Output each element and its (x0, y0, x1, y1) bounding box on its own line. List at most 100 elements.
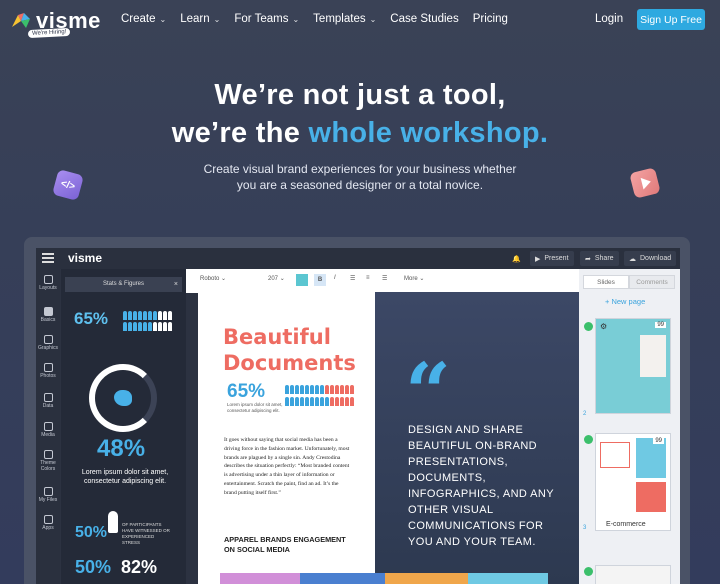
stat-caption[interactable]: Lorem ipsum dolor sit amet, consectetur … (80, 468, 170, 486)
dark-quote-panel[interactable]: “ DESIGN AND SHARE BEAUTIFUL ON-BRAND PR… (375, 292, 579, 584)
person-icon (108, 511, 118, 533)
sidebar-label: Basics (40, 317, 56, 323)
sidebar-item-data[interactable]: Data (36, 393, 60, 409)
share-button[interactable]: ➦ Share (580, 251, 619, 266)
slide-thumb-1[interactable]: ⚙ 99 (595, 318, 671, 414)
tab-slides[interactable]: Slides (583, 275, 629, 289)
new-page-button[interactable]: + New page (605, 297, 645, 306)
people-pictogram[interactable] (123, 311, 173, 320)
doc-people-pictogram[interactable] (285, 397, 355, 406)
play-icon: ▶ (535, 255, 541, 263)
hero-title-accent: whole workshop. (308, 117, 549, 149)
editor-sidebar: Layouts Basics Graphics Photos Data Medi… (36, 269, 60, 584)
login-link[interactable]: Login (595, 13, 623, 25)
notification-icon[interactable]: 🔔 (512, 251, 521, 266)
tab-comments[interactable]: Comments (629, 275, 675, 289)
present-label: Present (544, 255, 569, 262)
font-size-value: 207 (268, 276, 279, 282)
font-select[interactable]: Roboto ⌄ (200, 275, 226, 282)
sidebar-item-theme-colors[interactable]: Theme Colors (36, 450, 60, 472)
chevron-down-icon: ⌄ (159, 14, 167, 24)
chevron-down-icon: ⌄ (213, 14, 221, 24)
code-icon: </> (52, 169, 84, 201)
stat-48[interactable]: 48% (97, 435, 145, 463)
sidebar-item-apps[interactable]: Apps (36, 515, 60, 531)
media-icon (43, 422, 53, 431)
stat-65[interactable]: 65% (74, 309, 108, 329)
panel-header: Stats & Figures × (65, 277, 182, 292)
slide-thumb-3[interactable] (595, 565, 671, 584)
sidebar-item-graphics[interactable]: Graphics (36, 335, 60, 351)
share-label: Share (594, 255, 614, 262)
nav-pricing[interactable]: Pricing (473, 13, 508, 25)
doc-section-heading[interactable]: APPAREL BRANDS ENGAGEMENT ON SOCIAL MEDI… (224, 535, 346, 555)
font-value: Roboto (200, 276, 220, 282)
people-pictogram[interactable] (123, 322, 173, 331)
sidebar-item-photos[interactable]: Photos (36, 363, 60, 379)
slides-tabs: Slides Comments (583, 275, 675, 289)
check-icon (584, 567, 593, 576)
font-size-select[interactable]: 207 ⌄ (268, 275, 285, 282)
doc-stat[interactable]: 65% (227, 381, 265, 403)
text-color-swatch[interactable] (296, 274, 308, 286)
slides-panel: Slides Comments + New page ⚙ 99 2 99 E-c… (579, 269, 680, 584)
doc-title[interactable]: Beautiful Documents (223, 324, 356, 376)
hiring-badge[interactable]: We're Hiring! (27, 27, 71, 39)
basics-icon (43, 307, 53, 316)
photos-icon (43, 363, 53, 372)
stress-caption[interactable]: OF PARTICIPANTS HAVE WITNESSED OR EXPERI… (122, 522, 172, 546)
sidebar-item-media[interactable]: Media (36, 422, 60, 438)
sidebar-item-layouts[interactable]: Layouts (36, 275, 60, 291)
sidebar-label: Graphics (37, 345, 58, 351)
nav-learn[interactable]: Learn ⌄ (180, 13, 220, 25)
sidebar-item-my-files[interactable]: My Files (36, 487, 60, 503)
twitter-icon (114, 390, 132, 406)
editor-preview: visme 🔔 ▶ Present ➦ Share ☁ Download Layout… (36, 248, 680, 584)
layouts-icon (43, 275, 53, 284)
check-icon (584, 435, 593, 444)
nav-for-teams[interactable]: For Teams ⌄ (234, 13, 299, 25)
quote-text[interactable]: DESIGN AND SHARE BEAUTIFUL ON-BRAND PRES… (408, 422, 568, 550)
present-button[interactable]: ▶ Present (530, 251, 574, 266)
close-icon[interactable]: × (174, 277, 178, 292)
bar-purple (220, 573, 300, 584)
signup-button[interactable]: Sign Up Free (637, 9, 705, 30)
more-label: More (404, 276, 418, 282)
bar-blue (300, 573, 385, 584)
twitter-ring-chart[interactable] (89, 364, 157, 432)
document-page[interactable]: Beautiful Documents 65% Lorem ipsum dolo… (198, 292, 375, 584)
editor-logo: visme (68, 251, 103, 265)
hero-title-line2: we’re the whole workshop. (0, 117, 720, 150)
list-icon[interactable]: ☰ (350, 275, 355, 282)
nav-create[interactable]: Create ⌄ (121, 13, 166, 25)
cloud-download-icon: ☁ (629, 255, 636, 263)
slide-thumb-2[interactable]: 99 E-commerce (595, 433, 671, 531)
align-icon[interactable]: ≡ (366, 275, 370, 281)
sidebar-item-basics[interactable]: Basics (36, 307, 60, 323)
stat-50a[interactable]: 50% (75, 524, 107, 542)
download-button[interactable]: ☁ Download (624, 251, 677, 266)
nav-pricing-label: Pricing (472, 13, 508, 25)
sidebar-label: Layouts (39, 285, 57, 291)
check-icon (584, 322, 593, 331)
doc-body-text[interactable]: It goes without saying that social media… (224, 436, 352, 498)
bar-cyan (468, 573, 548, 584)
chart-bars-strip (220, 573, 560, 584)
doc-people-pictogram[interactable] (285, 385, 355, 394)
hero-subtitle-line2: you are a seasoned designer or a total n… (236, 178, 484, 192)
nav-case-studies[interactable]: Case Studies (390, 13, 458, 25)
nav-create-label: Create (121, 13, 156, 25)
stat-82[interactable]: 82% (121, 557, 157, 578)
menu-icon[interactable] (42, 253, 54, 263)
stat-50b[interactable]: 50% (75, 557, 111, 578)
doc-stat-caption[interactable]: Lorem ipsum dolor sit amet, consectetur … (227, 402, 283, 414)
align-justify-icon[interactable]: ☰ (382, 275, 387, 282)
visme-logo-icon (10, 11, 32, 31)
gear-icon: ⚙ (600, 322, 608, 331)
italic-button[interactable]: I (334, 275, 336, 281)
bold-button[interactable]: B (314, 274, 326, 286)
nav-templates[interactable]: Templates ⌄ (313, 13, 376, 25)
download-label: Download (640, 255, 672, 262)
doc-title-line1: Beautiful (223, 325, 331, 349)
more-menu[interactable]: More ⌄ (404, 275, 424, 282)
